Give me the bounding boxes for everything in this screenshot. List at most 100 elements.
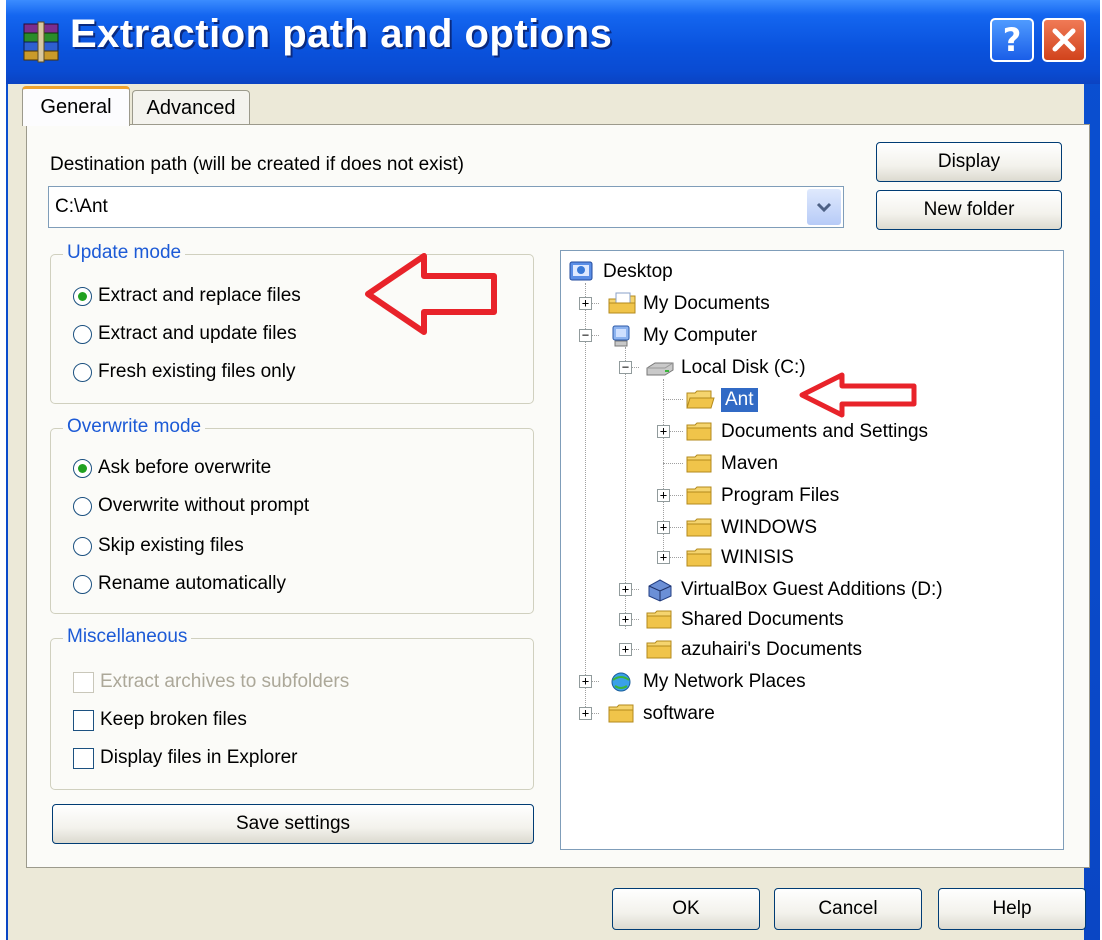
radio-skip-existing[interactable]: Skip existing files — [73, 535, 244, 557]
new-folder-button[interactable]: New folder — [876, 190, 1062, 230]
cancel-button[interactable]: Cancel — [774, 888, 922, 930]
tree-item-user-documents[interactable]: azuhairi's Documents — [645, 637, 862, 663]
tree-item-ant[interactable]: Ant — [685, 387, 758, 413]
collapse-toggle[interactable]: − — [619, 361, 632, 374]
expand-toggle[interactable]: + — [657, 489, 670, 502]
computer-icon — [612, 325, 630, 347]
expand-toggle[interactable]: + — [657, 521, 670, 534]
documents-folder-icon — [608, 292, 636, 314]
display-button[interactable]: Display — [876, 142, 1062, 182]
save-settings-button[interactable]: Save settings — [52, 804, 534, 844]
folder-icon — [686, 548, 712, 567]
radio-button[interactable] — [73, 496, 92, 516]
radio-ask-before-overwrite[interactable]: Ask before overwrite — [73, 457, 271, 479]
checkbox-extract-subfolders: Extract archives to subfolders — [73, 671, 349, 693]
miscellaneous-group: Miscellaneous Extract archives to subfol… — [50, 626, 534, 790]
option-label: Overwrite without prompt — [98, 495, 310, 516]
virtualbox-icon — [648, 579, 672, 602]
checkbox[interactable] — [73, 747, 94, 769]
tree-item-desktop[interactable]: Desktop — [567, 259, 673, 285]
overwrite-mode-legend: Overwrite mode — [63, 416, 206, 438]
option-label: Skip existing files — [98, 535, 244, 556]
tree-item-winisis[interactable]: WINISIS — [685, 545, 794, 571]
option-label: Extract archives to subfolders — [100, 671, 350, 692]
help-button[interactable]: Help — [938, 888, 1086, 930]
tree-item-software[interactable]: software — [607, 701, 715, 727]
expand-toggle[interactable]: + — [619, 643, 632, 656]
option-label: Extract and replace files — [98, 285, 301, 306]
radio-button[interactable] — [73, 324, 92, 344]
tree-item-label: software — [643, 703, 715, 724]
tree-item-windows[interactable]: WINDOWS — [685, 515, 817, 541]
checkbox-display-in-explorer[interactable]: Display files in Explorer — [73, 747, 297, 769]
tree-item-shared-documents[interactable]: Shared Documents — [645, 607, 844, 633]
expand-toggle[interactable]: + — [579, 707, 592, 720]
tree-item-label: WINDOWS — [721, 517, 818, 538]
destination-path-combobox[interactable]: C:\Ant — [48, 186, 844, 228]
tree-item-label: Local Disk (C:) — [681, 357, 806, 378]
radio-button[interactable] — [73, 574, 92, 594]
help-title-button[interactable]: ? — [990, 18, 1034, 62]
folder-tree[interactable]: + − − + + + + + + + + + Desktop My Docum… — [560, 250, 1064, 850]
checkbox-keep-broken-files[interactable]: Keep broken files — [73, 709, 247, 731]
tree-item-label: VirtualBox Guest Additions (D:) — [681, 579, 943, 600]
close-button[interactable] — [1042, 18, 1086, 62]
tab-general-label: General — [40, 96, 112, 118]
tree-item-virtualbox-d[interactable]: VirtualBox Guest Additions (D:) — [645, 577, 943, 603]
radio-button[interactable] — [73, 536, 92, 556]
option-label: Display files in Explorer — [100, 747, 298, 768]
folder-icon — [646, 610, 672, 629]
tree-item-maven[interactable]: Maven — [685, 451, 778, 477]
radio-fresh-existing[interactable]: Fresh existing files only — [73, 361, 295, 383]
tree-item-label: Desktop — [603, 261, 673, 282]
expand-toggle[interactable]: + — [579, 297, 592, 310]
tab-advanced[interactable]: Advanced — [132, 90, 250, 126]
collapse-toggle[interactable]: − — [579, 329, 592, 342]
tree-item-label: azuhairi's Documents — [681, 639, 863, 660]
tree-item-label: My Documents — [643, 293, 770, 314]
folder-icon — [646, 640, 672, 659]
tree-item-label: My Network Places — [643, 671, 806, 692]
option-label: Ask before overwrite — [98, 457, 272, 478]
folder-icon — [686, 454, 712, 473]
checkbox — [73, 671, 94, 693]
overwrite-mode-group: Overwrite mode Ask before overwrite Over… — [50, 416, 534, 614]
option-label: Rename automatically — [98, 573, 286, 594]
close-icon — [1052, 28, 1076, 52]
tree-item-program-files[interactable]: Program Files — [685, 483, 839, 509]
expand-toggle[interactable]: + — [619, 583, 632, 596]
title-bar[interactable]: Extraction path and options ? — [6, 0, 1100, 84]
ok-button[interactable]: OK — [612, 888, 760, 930]
tab-general[interactable]: General — [22, 86, 130, 126]
option-label: Fresh existing files only — [98, 361, 296, 382]
expand-toggle[interactable]: + — [579, 675, 592, 688]
expand-toggle[interactable]: + — [657, 425, 670, 438]
radio-extract-update[interactable]: Extract and update files — [73, 323, 297, 345]
radio-rename-automatically[interactable]: Rename automatically — [73, 573, 286, 595]
radio-button[interactable] — [73, 286, 92, 306]
destination-path-value: C:\Ant — [55, 196, 108, 217]
radio-overwrite-without-prompt[interactable]: Overwrite without prompt — [73, 495, 309, 517]
tree-item-label: Shared Documents — [681, 609, 844, 630]
dropdown-button[interactable] — [807, 189, 841, 225]
window-title: Extraction path and options — [70, 12, 613, 56]
tree-item-label: My Computer — [643, 325, 758, 346]
tree-item-local-disk-c[interactable]: Local Disk (C:) — [645, 355, 806, 381]
tree-item-label: Documents and Settings — [721, 421, 929, 442]
checkbox[interactable] — [73, 709, 94, 731]
tree-item-my-computer[interactable]: My Computer — [607, 323, 757, 349]
expand-toggle[interactable]: + — [619, 613, 632, 626]
tree-item-my-documents[interactable]: My Documents — [607, 291, 770, 317]
option-label: Keep broken files — [100, 709, 247, 730]
tree-item-documents-and-settings[interactable]: Documents and Settings — [685, 419, 928, 445]
tree-item-label: WINISIS — [721, 547, 794, 568]
radio-extract-replace[interactable]: Extract and replace files — [73, 285, 301, 307]
radio-button[interactable] — [73, 458, 92, 478]
folder-icon — [608, 704, 634, 723]
expand-toggle[interactable]: + — [657, 551, 670, 564]
radio-button[interactable] — [73, 362, 92, 382]
tree-item-my-network-places[interactable]: My Network Places — [607, 669, 806, 695]
folder-icon — [686, 422, 712, 441]
hard-drive-icon — [646, 362, 674, 376]
winrar-icon — [23, 21, 59, 63]
